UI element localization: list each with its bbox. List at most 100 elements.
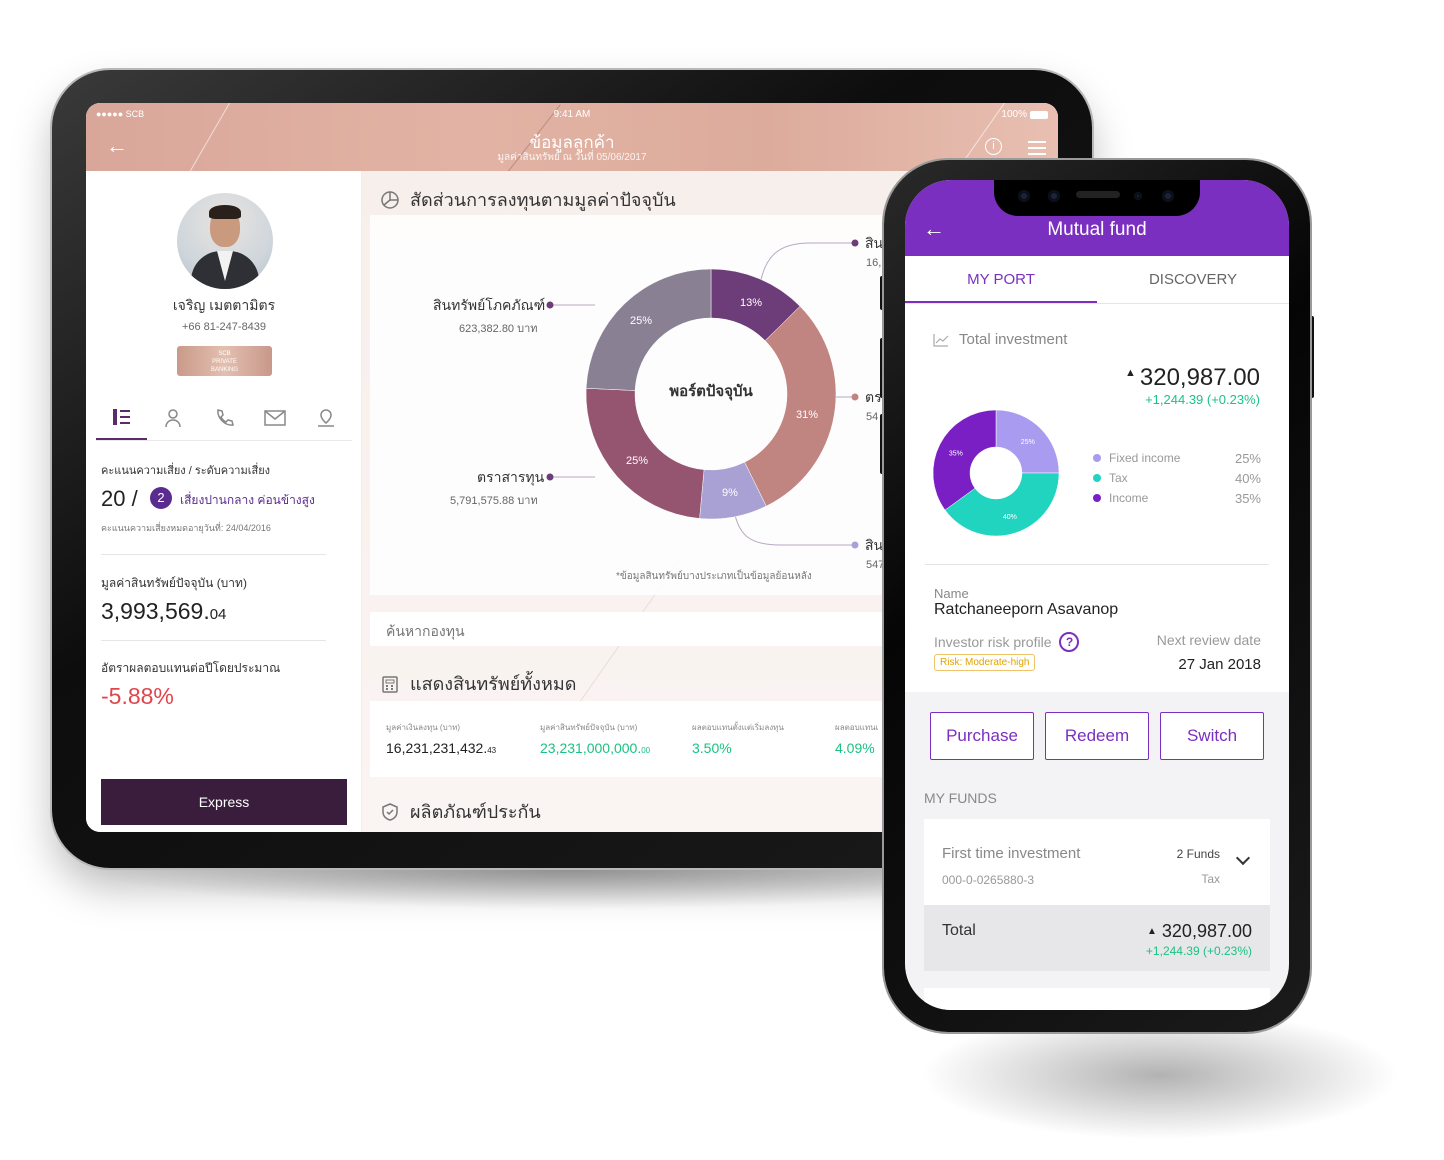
sensor-icon bbox=[1134, 192, 1142, 200]
connector-dot bbox=[851, 393, 859, 401]
summary-label: ผลตอบแทนเ bbox=[835, 723, 879, 732]
summary-item: ผลตอบแทนเ 4.09% bbox=[835, 721, 878, 756]
tab-call[interactable] bbox=[198, 396, 249, 440]
switch-button[interactable]: Switch bbox=[1160, 712, 1264, 760]
up-triangle-icon: ▲ bbox=[1147, 926, 1157, 937]
redeem-button[interactable]: Redeem bbox=[1045, 712, 1149, 760]
return-label: อัตราผลตอบแทนต่อปีโดยประมาณ bbox=[101, 661, 281, 675]
badge-line: BANKING bbox=[210, 367, 238, 373]
allocation-section-title: สัดส่วนการลงทุนตามมูลค่าปัจจุบัน bbox=[380, 185, 676, 214]
help-icon[interactable]: ? bbox=[1059, 632, 1080, 652]
risk-profile-header: Investor risk profile ? bbox=[934, 632, 1080, 652]
donut-slice bbox=[744, 305, 837, 507]
divider bbox=[925, 564, 1269, 565]
total-investment-value: ▲ 320,987.00 bbox=[1125, 364, 1260, 392]
connector-dot bbox=[546, 473, 554, 481]
total-investment-label: Total investment bbox=[959, 331, 1068, 348]
total-label: Total bbox=[942, 922, 976, 939]
divider bbox=[101, 640, 326, 641]
pie-chart-icon bbox=[381, 190, 399, 209]
summary-value-decimal: 43 bbox=[487, 746, 497, 755]
connector-dot bbox=[851, 239, 859, 247]
legend-item: Tax 40% bbox=[1093, 468, 1261, 488]
camera-icon bbox=[1018, 190, 1030, 202]
fund-type: Tax bbox=[1201, 872, 1220, 886]
fund-title: First time investment bbox=[942, 845, 1081, 862]
portfolio-donut-svg: 25% 40% 35% bbox=[932, 409, 1060, 537]
camera-icon bbox=[1048, 190, 1060, 202]
legend-dot bbox=[1093, 494, 1101, 502]
equity-value: 5,791,575.88 บาท bbox=[450, 495, 538, 507]
customer-tabs bbox=[96, 396, 352, 441]
donut-slice-label: 25% bbox=[1021, 439, 1035, 446]
next-review-value: 27 Jan 2018 bbox=[1178, 656, 1261, 673]
risk-level-badge: 2 bbox=[150, 487, 172, 509]
speaker-grille bbox=[1076, 191, 1120, 198]
line-chart-icon bbox=[933, 333, 949, 347]
tablet-header: ●●●●● SCB 9:41 AM 100% ← ข้อมูลลูกค้า มู… bbox=[86, 103, 1058, 192]
avatar-hair bbox=[209, 205, 241, 219]
action-buttons: Purchase Redeem Switch bbox=[930, 712, 1264, 760]
return-value: -5.88% bbox=[101, 683, 174, 709]
next-review-label: Next review date bbox=[1156, 632, 1261, 648]
slice-label: 13% bbox=[740, 297, 763, 309]
legend-value: 35% bbox=[1234, 490, 1261, 506]
slice-label: 25% bbox=[626, 455, 649, 467]
summary-label: มูลค่าสินทรัพย์ปัจจุบัน (บาท) bbox=[540, 723, 638, 732]
donut-slice bbox=[585, 268, 712, 391]
legend-label: Income bbox=[1109, 491, 1149, 505]
summary-item: มูลค่าเงินลงทุน (บาท) 16,231,231,432.43 bbox=[386, 721, 496, 756]
chevron-down-icon[interactable] bbox=[1235, 850, 1251, 866]
commodity-value: 623,382.80 บาท bbox=[459, 323, 538, 335]
tab-profile[interactable] bbox=[147, 396, 198, 440]
summary-value-decimal: 00 bbox=[641, 746, 651, 755]
phone-tabs: MY PORT DISCOVERY bbox=[905, 256, 1289, 304]
allocation-chart-card: พอร์ตปัจจุบัน 13% 31% 9% 25% 25% สินทรัพ… bbox=[370, 215, 890, 595]
bond-value-clipped: 54 bbox=[866, 411, 879, 423]
divider bbox=[101, 554, 326, 555]
total-row: Total ▲ 320,987.00 +1,244.39 (+0.23%) bbox=[924, 905, 1270, 971]
person-icon bbox=[165, 409, 181, 428]
legend-dot bbox=[1093, 454, 1101, 462]
purchase-button[interactable]: Purchase bbox=[930, 712, 1034, 760]
legend-value: 25% bbox=[1234, 450, 1261, 466]
asset-value: 3,993,569.04 bbox=[101, 598, 226, 625]
risk-description[interactable]: เสี่ยงปานกลาง ค่อนข้างสูง bbox=[180, 491, 315, 510]
fund-count: 2 Funds bbox=[1176, 847, 1220, 861]
commodity-label: สินทรัพย์โภคภัณฑ์ bbox=[433, 297, 546, 313]
express-button[interactable]: Express bbox=[101, 779, 347, 825]
customer-name: เจริญ เมตตามิตร bbox=[172, 297, 276, 313]
customer-phone: +66 81-247-8439 bbox=[181, 321, 267, 333]
info-icon[interactable]: i bbox=[985, 138, 1002, 155]
menu-icon[interactable] bbox=[1028, 141, 1046, 155]
summary-value: 3.50% bbox=[692, 740, 732, 756]
connector-dot bbox=[546, 301, 554, 309]
tab-discovery[interactable]: DISCOVERY bbox=[1097, 256, 1289, 303]
summary-label: ผลตอบแทนตั้งแต่เริ่มลงทุน bbox=[692, 723, 784, 732]
tab-mail[interactable] bbox=[250, 396, 301, 440]
slice-label: 31% bbox=[796, 409, 819, 421]
insurance-section-title: ผลิตภัณฑ์ประกัน bbox=[380, 797, 541, 826]
summary-value: 16,231,231,432.43 bbox=[386, 740, 496, 756]
tab-location[interactable] bbox=[301, 396, 352, 440]
donut-slice bbox=[585, 388, 705, 519]
risk-tag: Risk: Moderate-high bbox=[934, 654, 1036, 671]
summary-value-main: 16,231,231,432. bbox=[386, 740, 488, 756]
portfolio-donut: 25% 40% 35% bbox=[931, 408, 1061, 538]
tab-details[interactable] bbox=[96, 396, 148, 440]
asset-label-clipped: สิน bbox=[865, 235, 884, 251]
assets-title: แสดงสินทรัพย์ทั้งหมด bbox=[410, 674, 577, 694]
tab-my-port[interactable]: MY PORT bbox=[905, 256, 1097, 303]
total-row-value-text: 320,987.00 bbox=[1161, 921, 1252, 941]
my-funds-label: MY FUNDS bbox=[924, 790, 997, 806]
fund-search-input[interactable]: ค้นหากองทุน bbox=[370, 612, 890, 646]
fund-account: 000-0-0265880-3 bbox=[942, 873, 1035, 887]
status-time: 9:41 AM bbox=[553, 109, 591, 120]
phone-notch bbox=[994, 180, 1200, 216]
chart-footnote: *ข้อมูลสินทรัพย์บางประเภทเป็นข้อมูลย้อนห… bbox=[616, 571, 812, 582]
fund-card[interactable]: First time investment 000-0-0265880-3 2 … bbox=[924, 819, 1270, 905]
summary-value-main: 23,231,000,000. bbox=[540, 740, 642, 756]
avatar bbox=[177, 193, 273, 289]
asset-label: มูลค่าสินทรัพย์ปัจจุบัน (บาท) bbox=[101, 576, 247, 590]
portfolio-card: Total investment ▲ 320,987.00 +1,244.39 (… bbox=[905, 304, 1289, 692]
